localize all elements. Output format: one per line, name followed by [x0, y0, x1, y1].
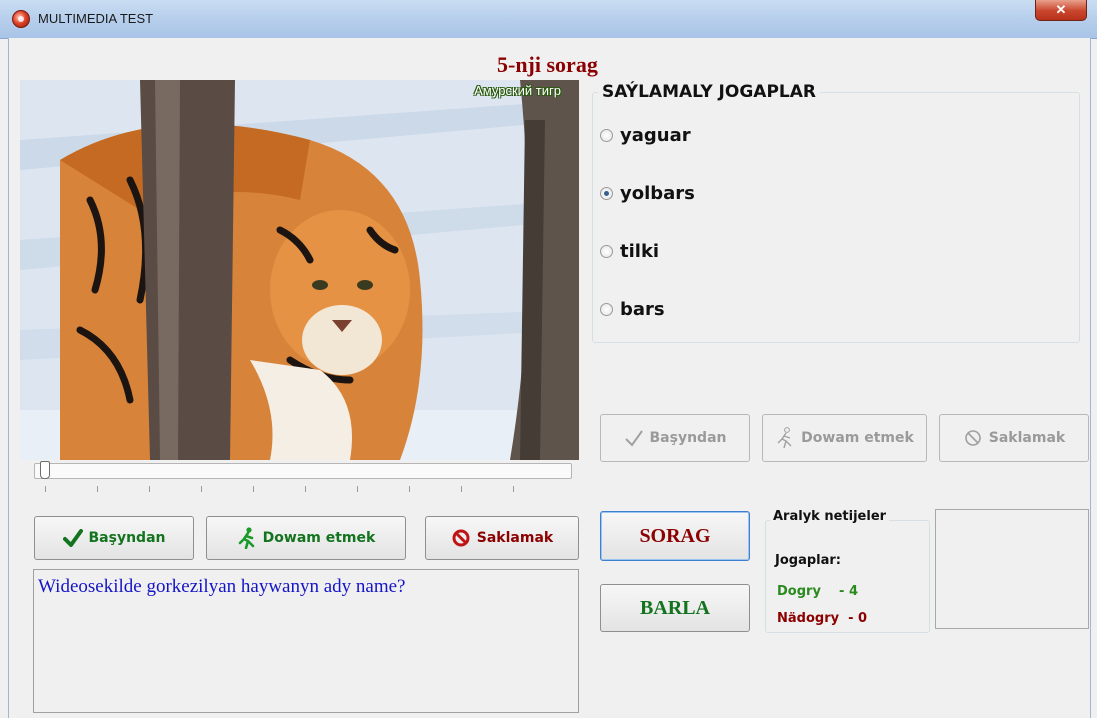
- title-bar[interactable]: MULTIMEDIA TEST ✕: [0, 0, 1097, 39]
- side-panel: [935, 509, 1089, 629]
- results-wrong: Nädogry - 0: [777, 611, 868, 626]
- secondary-continue-label: Dowam etmek: [801, 430, 914, 446]
- barla-button[interactable]: BARLA: [600, 584, 750, 632]
- running-man-icon: [237, 527, 257, 549]
- seek-bar[interactable]: [34, 463, 572, 479]
- question-header: 5-nji sorag: [497, 52, 598, 77]
- video-frame-illustration: [20, 80, 579, 460]
- video-player[interactable]: Амурский тигр: [20, 80, 579, 460]
- checkmark-icon: [624, 428, 644, 448]
- video-caption: Амурский тигр: [474, 83, 561, 98]
- answer-label: bars: [620, 299, 665, 320]
- sorag-button[interactable]: SORAG: [600, 511, 750, 561]
- window-title: MULTIMEDIA TEST: [38, 11, 154, 26]
- answer-option-bars[interactable]: bars: [600, 299, 665, 320]
- answer-label: yaguar: [620, 125, 691, 146]
- checkmark-icon: [62, 528, 83, 548]
- answer-radio[interactable]: [600, 129, 613, 142]
- answer-label: yolbars: [620, 183, 695, 204]
- continue-button[interactable]: Dowam etmek: [206, 516, 406, 560]
- answer-option-yolbars[interactable]: yolbars: [600, 183, 695, 204]
- close-button[interactable]: ✕: [1035, 0, 1087, 21]
- question-textbox[interactable]: Wideosekilde gorkezilyan haywanyn ady na…: [33, 569, 579, 713]
- results-title: Aralyk netijeler: [770, 509, 890, 524]
- seek-ticks: [45, 486, 565, 492]
- stop-label: Saklamak: [476, 530, 554, 546]
- continue-label: Dowam etmek: [262, 530, 376, 546]
- results-answers-label: Jogaplar:: [775, 553, 841, 568]
- answer-label: tilki: [620, 241, 660, 262]
- results-correct: Dogry - 4: [777, 584, 858, 599]
- answers-title: SAÝLAMALY JOGAPLAR: [598, 82, 820, 102]
- secondary-stop-button[interactable]: Saklamak: [939, 414, 1089, 462]
- app-icon: [12, 10, 30, 28]
- seek-thumb[interactable]: [40, 461, 50, 479]
- answer-option-tilki[interactable]: tilki: [600, 241, 659, 262]
- running-man-icon: [775, 427, 795, 449]
- no-entry-icon: [963, 428, 983, 448]
- secondary-restart-label: Başyndan: [649, 430, 727, 446]
- secondary-stop-label: Saklamak: [988, 430, 1066, 446]
- answer-radio[interactable]: [600, 303, 613, 316]
- secondary-continue-button[interactable]: Dowam etmek: [762, 414, 927, 462]
- restart-label: Başyndan: [88, 530, 166, 546]
- app-window: MULTIMEDIA TEST ✕ 5-nji sorag Амурский т…: [0, 0, 1097, 718]
- answer-option-yaguar[interactable]: yaguar: [600, 125, 691, 146]
- no-entry-icon: [451, 528, 471, 548]
- secondary-restart-button[interactable]: Başyndan: [600, 414, 750, 462]
- answer-radio[interactable]: [600, 187, 613, 200]
- answer-radio[interactable]: [600, 245, 613, 258]
- stop-button[interactable]: Saklamak: [425, 516, 579, 560]
- restart-button[interactable]: Başyndan: [34, 516, 194, 560]
